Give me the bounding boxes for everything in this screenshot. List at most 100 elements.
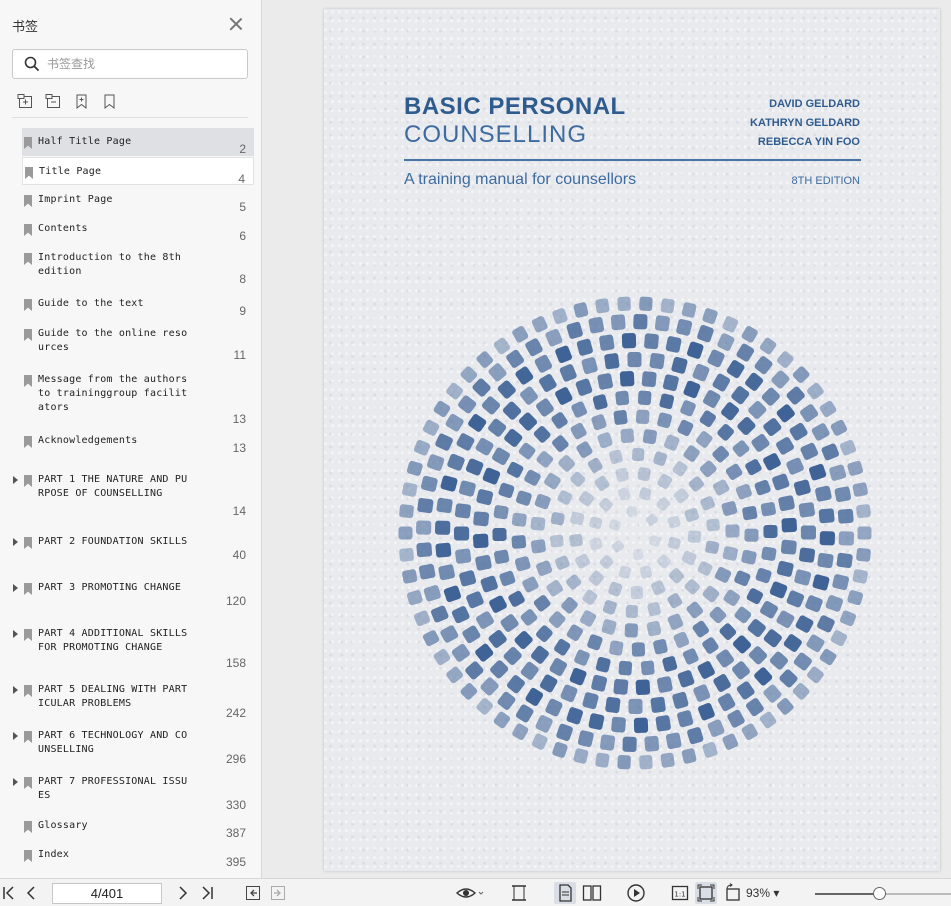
- eye-mode-icon[interactable]: [455, 883, 485, 903]
- fit-width-icon[interactable]: [510, 883, 528, 903]
- mosaic-tile: [660, 298, 675, 314]
- mosaic-tile: [748, 646, 768, 665]
- mosaic-tile: [559, 364, 577, 382]
- mosaic-tile: [621, 332, 637, 349]
- mosaic-tile: [656, 676, 673, 693]
- mosaic-tile: [573, 748, 589, 764]
- bookmark-item[interactable]: PART 3 PROMOTING CHANGE 120: [13, 574, 254, 614]
- prev-page-icon[interactable]: [24, 883, 38, 903]
- close-icon[interactable]: [229, 17, 243, 31]
- mosaic-tile: [573, 302, 589, 318]
- bookmark-item[interactable]: PART 5 DEALING WITH PARTICULAR PROBLEMS 2…: [13, 676, 254, 720]
- bookmark-item[interactable]: Imprint Page 5: [22, 186, 254, 214]
- mosaic-tile: [646, 620, 662, 637]
- mosaic-tile: [525, 687, 544, 706]
- document-view[interactable]: BASIC PERSONAL COUNSELLING DAVID GELDARD…: [263, 0, 951, 878]
- mosaic-tile: [488, 418, 507, 437]
- expand-arrow-icon[interactable]: [13, 476, 18, 484]
- mosaic-tile: [832, 574, 850, 591]
- bookmark-outline-icon[interactable]: [101, 93, 119, 111]
- bookmark-item[interactable]: Index 395: [22, 841, 254, 869]
- expand-arrow-icon[interactable]: [13, 778, 18, 786]
- bookmark-item[interactable]: PART 1 THE NATURE AND PURPOSE OF COUNSEL…: [13, 466, 254, 522]
- mosaic-tile: [627, 351, 642, 368]
- bookmark-sidebar: 书签 Half Title Page2Title Page4Imprint Pa…: [0, 0, 262, 878]
- mosaic-tile: [800, 525, 817, 540]
- bookmark-label: Half Title Page: [38, 136, 132, 147]
- bookmark-flag-icon: [24, 537, 32, 549]
- bookmark-item[interactable]: Glossary 387: [22, 812, 254, 840]
- mosaic-tile: [760, 502, 776, 517]
- mosaic-tile: [458, 480, 476, 497]
- mosaic-tile: [536, 625, 553, 643]
- page-number-input[interactable]: 4/401: [52, 883, 162, 904]
- mosaic-tile: [472, 378, 491, 397]
- double-page-icon[interactable]: [582, 883, 602, 903]
- bookmark-item[interactable]: Guide to the online resources 11: [22, 320, 254, 364]
- mosaic-tile: [608, 519, 621, 531]
- mosaic-tile: [613, 678, 629, 695]
- bookmark-item[interactable]: Guide to the text 9: [22, 290, 254, 318]
- mosaic-tile: [488, 630, 507, 648]
- expand-arrow-icon[interactable]: [13, 538, 18, 546]
- cover-edition: 8TH EDITION: [791, 175, 860, 187]
- zoom-level[interactable]: 93% ▾: [746, 886, 779, 900]
- mosaic-tile: [619, 371, 635, 387]
- mosaic-tile: [632, 447, 645, 462]
- mosaic-tile: [763, 524, 778, 539]
- fit-page-icon[interactable]: [695, 882, 717, 904]
- mosaic-tile: [493, 711, 511, 729]
- zoom-slider[interactable]: [815, 887, 951, 900]
- bookmark-item[interactable]: Message from the authors to traininggrou…: [22, 366, 254, 428]
- bookmark-item[interactable]: Half Title Page 2: [22, 128, 254, 156]
- mosaic-tile: [552, 741, 568, 758]
- mosaic-tile: [466, 591, 484, 609]
- mosaic-tile: [515, 704, 534, 723]
- mosaic-tile: [815, 485, 832, 502]
- forward-icon[interactable]: [270, 883, 286, 903]
- mosaic-tile: [639, 487, 652, 501]
- mosaic-tile: [576, 338, 593, 356]
- next-page-icon[interactable]: [176, 883, 190, 903]
- mosaic-tile: [582, 692, 599, 710]
- first-page-icon[interactable]: [2, 883, 16, 903]
- expand-arrow-icon[interactable]: [13, 584, 18, 592]
- back-icon[interactable]: [245, 883, 261, 903]
- bookmark-icon[interactable]: [73, 93, 91, 111]
- rotate-icon[interactable]: [724, 883, 742, 903]
- expand-arrow-icon[interactable]: [13, 630, 18, 638]
- mosaic-tile: [518, 442, 536, 460]
- zoom-slider-knob[interactable]: [872, 887, 886, 900]
- mosaic-tile: [657, 412, 672, 429]
- actual-size-icon[interactable]: 1:1: [671, 883, 689, 903]
- mosaic-tile: [807, 666, 824, 684]
- play-icon[interactable]: [626, 883, 646, 903]
- add-bookmark-icon[interactable]: [17, 93, 35, 111]
- cover-author: KATHRYN GELDARD: [750, 117, 860, 129]
- mosaic-tile: [639, 565, 653, 579]
- bookmark-search-box[interactable]: [12, 49, 248, 79]
- mosaic-tile: [576, 441, 593, 458]
- bookmark-item[interactable]: PART 7 PROFESSIONAL ISSUES 330: [13, 768, 254, 812]
- mosaic-tile: [456, 433, 475, 451]
- single-page-icon[interactable]: [554, 882, 576, 904]
- bookmark-item[interactable]: PART 4 ADDITIONAL SKILLS FOR PROMOTING C…: [13, 620, 254, 672]
- bookmark-item[interactable]: PART 2 FOUNDATION SKILLS 40: [13, 528, 254, 568]
- bookmark-search-input[interactable]: [47, 54, 237, 74]
- expand-arrow-icon[interactable]: [13, 686, 18, 694]
- bookmark-page-number: 13: [232, 412, 246, 426]
- last-page-icon[interactable]: [200, 883, 214, 903]
- bookmark-item[interactable]: PART 6 TECHNOLOGY AND COUNSELLING 296: [13, 722, 254, 766]
- mosaic-tile: [688, 476, 704, 492]
- bookmark-flag-icon: [24, 137, 32, 149]
- bookmark-item[interactable]: Acknowledgements 13: [22, 427, 254, 455]
- bookmark-item[interactable]: Contents 6: [22, 215, 254, 243]
- mosaic-tile: [672, 691, 689, 709]
- expand-arrow-icon[interactable]: [13, 732, 18, 740]
- remove-bookmark-icon[interactable]: [45, 93, 63, 111]
- mosaic-tile: [632, 548, 644, 561]
- bookmark-item[interactable]: Introduction to the 8th edition 8: [22, 244, 254, 286]
- bookmark-item[interactable]: Title Page 4: [22, 157, 254, 186]
- mosaic-tile: [683, 445, 700, 462]
- mosaic-tile: [460, 366, 478, 383]
